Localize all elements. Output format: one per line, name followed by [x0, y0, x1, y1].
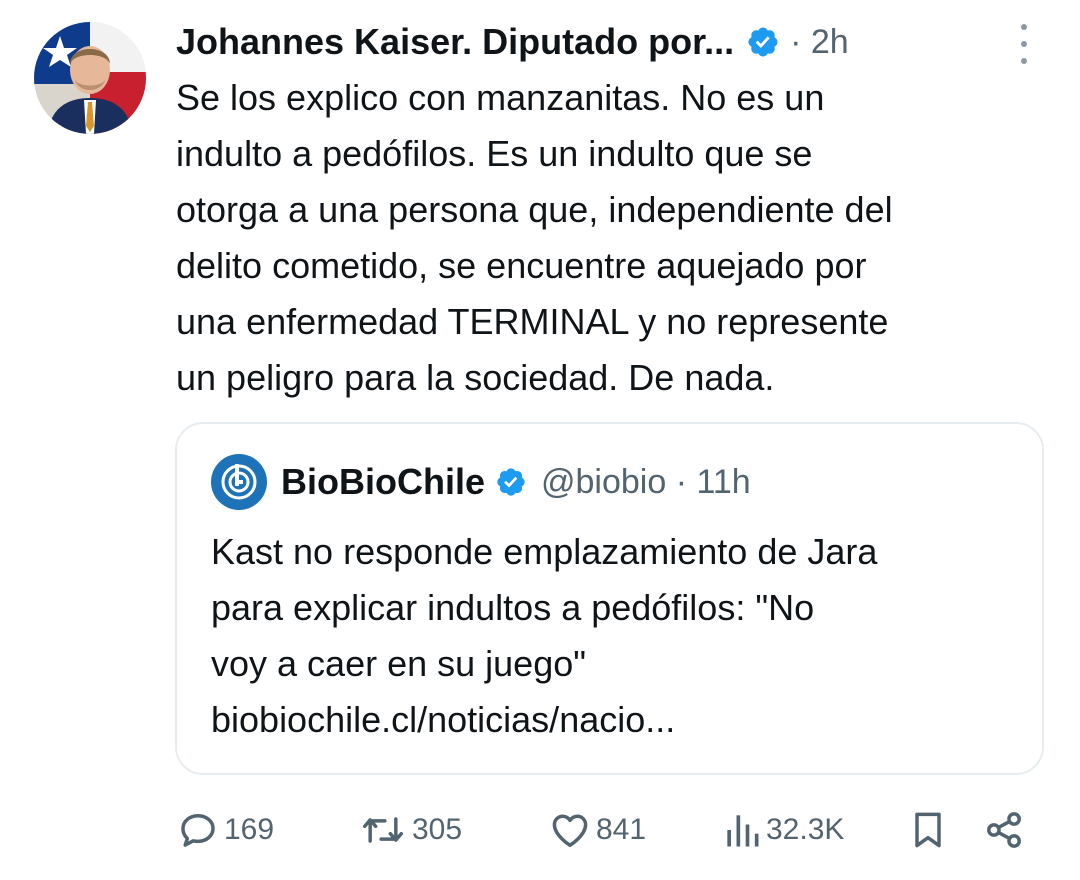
quoted-link[interactable]: biobiochile.cl/noticias/nacio...	[211, 692, 1031, 748]
quoted-tweet-text: Kast no responde emplazamiento de Jara p…	[211, 524, 1031, 748]
verified-badge-icon[interactable]	[495, 466, 527, 498]
share-button[interactable]	[982, 806, 1026, 854]
author-avatar[interactable]	[34, 22, 146, 134]
tweet-action-bar: 169 305 841 32.3K	[0, 806, 1080, 854]
reply-icon	[181, 813, 215, 847]
repost-button[interactable]: 305	[358, 806, 462, 854]
repost-count: 305	[412, 813, 463, 846]
views-count: 32.3K	[766, 813, 845, 846]
quoted-line: voy a caer en su juego"	[211, 643, 587, 684]
biobio-logo-icon[interactable]	[211, 454, 267, 510]
tweet-line: Se los explico con manzanitas. No es un	[176, 77, 825, 118]
quoted-tweet-card[interactable]: BioBioChile @biobio · 11h Kast no respon…	[175, 422, 1044, 775]
reply-count: 169	[224, 813, 275, 846]
tweet-line: delito cometido, se encuentre aquejado p…	[176, 245, 867, 286]
tweet-line: otorga a una persona que, independiente …	[176, 189, 893, 230]
share-icon	[987, 812, 1021, 848]
like-button[interactable]: 841	[548, 806, 646, 854]
quoted-line: para explicar indultos a pedófilos: "No	[211, 587, 815, 628]
quoted-tweet-header: BioBioChile @biobio · 11h	[211, 454, 751, 510]
tweet-header: Johannes Kaiser. Diputado por... · 2h	[176, 18, 849, 66]
tweet-line: indulto a pedófilos. Es un indulto que s…	[176, 133, 813, 174]
more-options-icon[interactable]	[1010, 24, 1038, 64]
quoted-author-name[interactable]: BioBioChile	[281, 461, 485, 503]
tweet-line: una enfermedad TERMINAL y no represente	[176, 301, 889, 342]
profile-photo	[34, 22, 146, 134]
tweet-text: Se los explico con manzanitas. No es un …	[176, 70, 1056, 406]
heart-icon	[552, 814, 588, 847]
bookmark-icon	[915, 812, 941, 848]
views-chart-icon	[727, 815, 759, 847]
quoted-line: Kast no responde emplazamiento de Jara	[211, 531, 878, 572]
quoted-handle-time[interactable]: @biobio · 11h	[541, 463, 751, 502]
tweet-time[interactable]: · 2h	[790, 23, 849, 62]
verified-badge-icon[interactable]	[746, 25, 780, 59]
bookmark-button[interactable]	[906, 806, 950, 854]
reply-button[interactable]: 169	[176, 806, 274, 854]
repost-icon	[362, 817, 404, 843]
views-button[interactable]: 32.3K	[722, 806, 844, 854]
like-count: 841	[596, 813, 647, 846]
tweet-line: un peligro para la sociedad. De nada.	[176, 357, 775, 398]
author-name[interactable]: Johannes Kaiser. Diputado por...	[176, 21, 734, 63]
